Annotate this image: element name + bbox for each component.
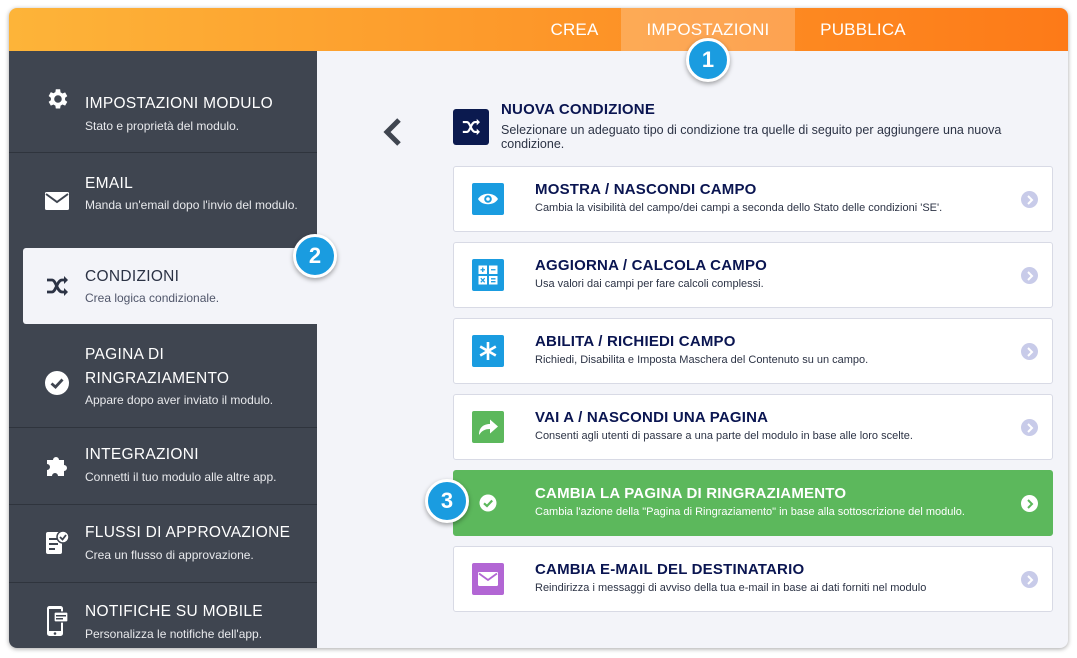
condition-card-cambia-ringraziamento[interactable]: CAMBIA LA PAGINA DI RINGRAZIAMENTO Cambi… bbox=[453, 470, 1053, 536]
back-button[interactable] bbox=[379, 116, 407, 148]
tab-pubblica[interactable]: PUBBLICA bbox=[809, 8, 917, 51]
condition-card-mostra-nascondi[interactable]: MOSTRA / NASCONDI CAMPO Cambia la visibi… bbox=[453, 166, 1053, 232]
condition-card-abilita-richiedi[interactable]: ABILITA / RICHIEDI CAMPO Richiedi, Disab… bbox=[453, 318, 1053, 384]
gear-icon bbox=[43, 85, 71, 113]
calculator-icon bbox=[472, 259, 504, 291]
approval-icon bbox=[43, 529, 71, 557]
asterisk-icon bbox=[472, 335, 504, 367]
sidebar-item-condizioni[interactable]: CONDIZIONI Crea logica condizionale. bbox=[23, 248, 317, 324]
sidebar-item-desc: Personalizza le notifiche dell'app. bbox=[85, 627, 263, 641]
sidebar-item-notifiche-mobile[interactable]: NOTIFICHE SU MOBILE Personalizza le noti… bbox=[9, 583, 317, 648]
puzzle-icon bbox=[43, 451, 71, 479]
sidebar-item-desc: Connetti il tuo modulo alle altre app. bbox=[85, 470, 277, 484]
card-title: CAMBIA LA PAGINA DI RINGRAZIAMENTO bbox=[535, 485, 847, 502]
sidebar-item-desc: Appare dopo aver inviato il modulo. bbox=[85, 393, 274, 407]
sidebar-item-flussi-approvazione[interactable]: FLUSSI DI APPROVAZIONE Crea un flusso di… bbox=[9, 505, 317, 582]
card-desc: Cambia la visibilità del campo/dei campi… bbox=[535, 202, 943, 214]
card-title: MOSTRA / NASCONDI CAMPO bbox=[535, 181, 757, 198]
tab-crea[interactable]: CREA bbox=[536, 8, 613, 51]
card-title: AGGIORNA / CALCOLA CAMPO bbox=[535, 257, 768, 274]
sidebar-item-title: NOTIFICHE SU MOBILE bbox=[85, 603, 263, 620]
page-subtitle: Selezionare un adeguato tipo di condizio… bbox=[501, 123, 1002, 151]
chevron-right-icon bbox=[1021, 571, 1038, 588]
top-navigation-bar: CREA IMPOSTAZIONI PUBBLICA bbox=[9, 8, 1068, 51]
sidebar-item-title: IMPOSTAZIONI MODULO bbox=[85, 95, 273, 112]
card-title: CAMBIA E-MAIL DEL DESTINATARIO bbox=[535, 561, 805, 578]
chevron-right-icon bbox=[1021, 495, 1038, 512]
condition-card-vai-a-pagina[interactable]: VAI A / NASCONDI UNA PAGINA Consenti agl… bbox=[453, 394, 1053, 460]
sidebar-item-integrazioni[interactable]: INTEGRAZIONI Connetti il tuo modulo alle… bbox=[9, 428, 317, 504]
share-arrow-icon bbox=[472, 411, 504, 443]
shuffle-icon bbox=[453, 109, 489, 145]
sidebar-item-desc: Crea logica condizionale. bbox=[85, 291, 220, 305]
page-title: NUOVA CONDIZIONE bbox=[501, 101, 656, 118]
sidebar-item-email[interactable]: EMAIL Manda un'email dopo l'invio del mo… bbox=[9, 153, 317, 246]
shuffle-icon bbox=[43, 272, 71, 300]
card-desc: Usa valori dai campi per fare calcoli co… bbox=[535, 278, 764, 290]
condition-card-cambia-email[interactable]: CAMBIA E-MAIL DEL DESTINATARIO Reindiriz… bbox=[453, 546, 1053, 612]
condition-card-aggiorna-calcola[interactable]: AGGIORNA / CALCOLA CAMPO Usa valori dai … bbox=[453, 242, 1053, 308]
sidebar-item-title: FLUSSI DI APPROVAZIONE bbox=[85, 524, 291, 541]
card-title: VAI A / NASCONDI UNA PAGINA bbox=[535, 409, 769, 426]
sidebar-item-desc: Manda un'email dopo l'invio del modulo. bbox=[85, 198, 298, 212]
eye-icon bbox=[472, 183, 504, 215]
step-badge-2: 2 bbox=[293, 234, 337, 278]
card-desc: Richiedi, Disabilita e Imposta Maschera … bbox=[535, 354, 869, 366]
mobile-icon bbox=[43, 606, 71, 636]
app-window: CREA IMPOSTAZIONI PUBBLICA IMPOSTAZIONI … bbox=[9, 8, 1068, 648]
step-badge-3: 3 bbox=[425, 479, 469, 523]
card-desc: Reindirizza i messaggi di avviso della t… bbox=[535, 582, 927, 594]
chevron-right-icon bbox=[1021, 191, 1038, 208]
chevron-right-icon bbox=[1021, 419, 1038, 436]
sidebar-item-desc: Stato e proprietà del modulo. bbox=[85, 119, 240, 133]
sidebar-item-desc: Crea un flusso di approvazione. bbox=[85, 548, 254, 562]
envelope-icon bbox=[472, 563, 504, 595]
check-circle-icon bbox=[472, 487, 504, 519]
sidebar-item-title: EMAIL bbox=[85, 175, 134, 192]
sidebar-item-impostazioni-modulo[interactable]: IMPOSTAZIONI MODULO Stato e proprietà de… bbox=[9, 51, 317, 152]
chevron-right-icon bbox=[1021, 343, 1038, 360]
sidebar-item-title: CONDIZIONI bbox=[85, 268, 180, 285]
chevron-right-icon bbox=[1021, 267, 1038, 284]
sidebar-item-title: INTEGRAZIONI bbox=[85, 446, 199, 463]
card-title: ABILITA / RICHIEDI CAMPO bbox=[535, 333, 736, 350]
settings-sidebar: IMPOSTAZIONI MODULO Stato e proprietà de… bbox=[9, 51, 317, 648]
sidebar-item-title: PAGINA DI RINGRAZIAMENTO bbox=[85, 346, 230, 387]
card-desc: Cambia l'azione della "Pagina di Ringraz… bbox=[535, 506, 965, 518]
sidebar-item-pagina-ringraziamento[interactable]: PAGINA DI RINGRAZIAMENTO Appare dopo ave… bbox=[9, 327, 317, 427]
check-circle-icon bbox=[43, 369, 71, 397]
step-badge-1: 1 bbox=[686, 38, 730, 82]
envelope-icon bbox=[43, 187, 71, 215]
card-desc: Consenti agli utenti di passare a una pa… bbox=[535, 430, 913, 442]
